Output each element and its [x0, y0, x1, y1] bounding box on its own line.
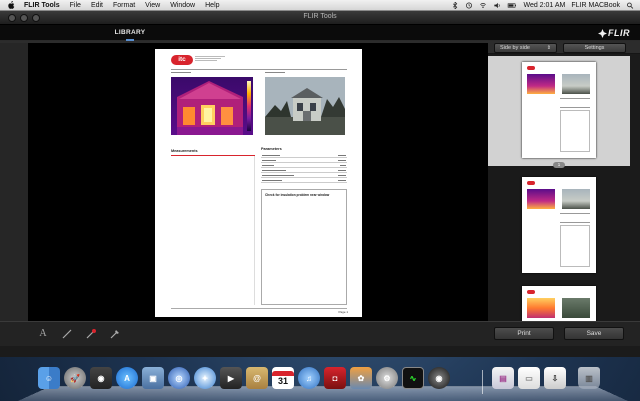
thumb-photo — [562, 298, 590, 318]
footer-divider — [171, 308, 347, 309]
spotlight-icon[interactable] — [626, 2, 634, 9]
ir-caption-line — [171, 72, 191, 73]
page-thumbnail-3[interactable] — [522, 286, 596, 321]
report-page[interactable]: itc Measurements Parameters Check for in… — [155, 49, 362, 317]
line-tool-icon[interactable] — [60, 327, 74, 341]
visual-photo[interactable] — [265, 77, 345, 135]
volume-icon[interactable] — [493, 2, 501, 9]
dashboard-icon[interactable]: ◉ — [90, 367, 112, 389]
safari-icon[interactable]: ✦ — [194, 367, 216, 389]
dock: ☺ 🚀 ◉ A ▣ ◎ ✦ ▶ @ 31 ♫ ◘ ✿ ⚙ ∿ ◉ ▤ ▭ ⇩ ▥ — [18, 362, 628, 401]
itc-logo-subtitle — [195, 55, 231, 62]
pages-icon[interactable]: ▭ — [518, 367, 540, 389]
thumb-logo — [527, 66, 535, 70]
report-canvas: itc Measurements Parameters Check for in… — [28, 43, 488, 321]
parameter-row — [261, 178, 347, 183]
calendar-icon[interactable]: 31 — [272, 367, 294, 389]
preview-icon[interactable]: ▣ — [142, 367, 164, 389]
print-button[interactable]: Print — [494, 327, 554, 340]
launchpad-icon[interactable]: 🚀 — [64, 367, 86, 389]
thumb-photo — [562, 74, 590, 94]
page-thumbnails-panel[interactable]: 1 — [488, 56, 630, 321]
thumb-photo — [562, 189, 590, 209]
documents-icon[interactable]: ▤ — [492, 367, 514, 389]
thermal-image[interactable] — [171, 77, 253, 135]
menu-format[interactable]: Format — [113, 2, 135, 9]
flir-tools-icon[interactable]: ◉ — [428, 367, 450, 389]
thumb-thermal — [527, 298, 555, 318]
menu-help[interactable]: Help — [205, 2, 219, 9]
text-tool-icon[interactable]: A — [36, 327, 50, 341]
facetime-icon[interactable]: ▶ — [220, 367, 242, 389]
parameters-table — [261, 153, 347, 183]
title-bar[interactable]: FLIR Tools — [0, 11, 640, 25]
flir-logo: FLIR — [598, 28, 630, 38]
notes-text: Check for insulation problem near window — [265, 193, 330, 197]
itc-logo: itc — [171, 55, 193, 65]
thumb-thermal — [527, 74, 555, 94]
iphoto-icon[interactable]: ✿ — [350, 367, 372, 389]
menu-clock[interactable]: Wed 2:01 AM — [523, 2, 565, 9]
photo-caption-line — [265, 72, 285, 73]
menu-file[interactable]: File — [70, 2, 81, 9]
thumb-logo — [527, 290, 535, 294]
menu-bar: FLIR Tools File Edit Format View Window … — [0, 0, 640, 11]
flir-brand-text: FLIR — [608, 28, 630, 38]
settings-button[interactable]: Settings — [563, 43, 626, 53]
measurements-heading: Measurements — [171, 149, 198, 153]
dock-separator — [482, 370, 483, 394]
header-divider — [171, 69, 347, 70]
notes-box[interactable]: Check for insulation problem near window — [261, 189, 347, 305]
top-toolbar: LIBRARY FLIR — [0, 25, 640, 41]
measurements-area — [171, 156, 255, 305]
marker-tool-icon[interactable] — [84, 327, 98, 341]
pin-tool-icon[interactable] — [108, 327, 122, 341]
apple-icon[interactable] — [7, 1, 16, 9]
view-mode-label: Side by side — [500, 45, 530, 51]
menu-app-name[interactable]: FLIR Tools — [24, 2, 60, 9]
annotation-toolbar: A — [28, 321, 488, 346]
select-arrows-icon: ⇕ — [546, 45, 551, 51]
menu-edit[interactable]: Edit — [91, 2, 103, 9]
page-thumbnail-1[interactable] — [522, 62, 596, 158]
tab-library[interactable]: LIBRARY — [88, 25, 172, 41]
thumb-table — [560, 98, 590, 108]
parameters-heading: Parameters — [261, 147, 282, 151]
thumbnail-page-badge: 1 — [553, 162, 565, 168]
finder-icon[interactable]: ☺ — [38, 367, 60, 389]
thumb-notes — [560, 225, 590, 267]
page-number: Page 1 — [338, 310, 348, 314]
menu-view[interactable]: View — [145, 2, 160, 9]
downloads-icon[interactable]: ⇩ — [544, 367, 566, 389]
menu-computer-name[interactable]: FLIR MACBook — [571, 2, 620, 9]
view-mode-select[interactable]: Side by side ⇕ — [494, 43, 557, 53]
thumb-thermal — [527, 189, 555, 209]
safari-globe-icon[interactable]: ◎ — [168, 367, 190, 389]
window-title: FLIR Tools — [303, 13, 337, 20]
bottom-action-bar: Print Save — [488, 321, 640, 346]
battery-icon[interactable] — [507, 2, 517, 9]
save-button[interactable]: Save — [564, 327, 624, 340]
menu-window[interactable]: Window — [170, 2, 195, 9]
thumb-logo — [527, 181, 535, 185]
time-machine-icon[interactable] — [465, 2, 473, 9]
itunes-icon[interactable]: ♫ — [298, 367, 320, 389]
flir-mark-icon — [598, 28, 607, 38]
activity-monitor-icon[interactable]: ∿ — [402, 367, 424, 389]
system-preferences-icon[interactable]: ⚙ — [376, 367, 398, 389]
calendar-day: 31 — [277, 375, 288, 386]
bottom-left-rail — [0, 321, 28, 346]
wifi-icon[interactable] — [479, 2, 487, 9]
photo-booth-icon[interactable]: ◘ — [324, 367, 346, 389]
thumb-table — [560, 213, 590, 223]
thumb-notes — [560, 110, 590, 152]
app-store-icon[interactable]: A — [116, 367, 138, 389]
page-thumbnail-2[interactable] — [522, 177, 596, 273]
app-window: FLIR Tools LIBRARY FLIR › Side by side ⇕… — [0, 11, 640, 357]
contacts-icon[interactable]: @ — [246, 367, 268, 389]
bluetooth-icon[interactable] — [451, 2, 459, 9]
left-rail — [0, 43, 28, 321]
trash-icon[interactable]: ▥ — [578, 367, 600, 389]
